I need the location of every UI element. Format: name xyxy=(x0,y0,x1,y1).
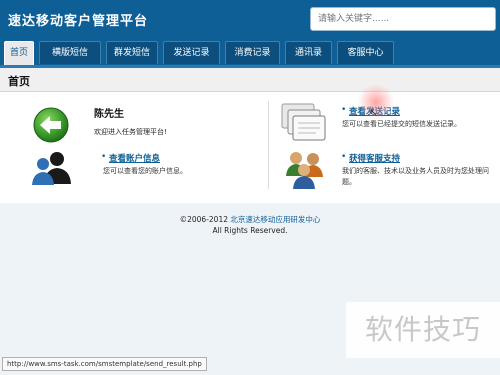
support-team-icon xyxy=(283,150,325,194)
copyright-text: ©2006-2012 xyxy=(179,215,231,224)
back-arrow-icon[interactable] xyxy=(32,106,70,148)
footer-rights: All Rights Reserved. xyxy=(212,226,288,235)
tab-group-sms[interactable]: 群发短信 xyxy=(106,41,158,64)
tab-home[interactable]: 首页 xyxy=(4,41,34,66)
send-records-desc: 您可以查看已经提交的短信发送记录。 xyxy=(342,120,461,128)
user-name: 陈先生 xyxy=(94,109,124,120)
user-account-icon xyxy=(30,150,74,190)
support-desc: 我们的客服、技术以及业务人员及时为您处理问 xyxy=(342,167,489,175)
main-nav: 首页 横版短信 群发短信 发送记录 消费记录 通讯录 客服中心 xyxy=(0,41,500,66)
header-bar: 速达移动客户管理平台 首页 横版短信 群发短信 发送记录 消费记录 通讯录 客服… xyxy=(0,0,500,68)
get-support-link[interactable]: 获得客服支持 xyxy=(349,152,400,164)
account-desc: 您可以查看您的账户信息。 xyxy=(103,167,187,175)
page-title: 首页 xyxy=(8,75,30,88)
tab-send-records[interactable]: 发送记录 xyxy=(163,41,220,64)
search-input[interactable] xyxy=(310,7,496,31)
tab-banner-sms[interactable]: 横版短信 xyxy=(39,41,101,64)
support-desc-cont: 题。 xyxy=(342,178,356,186)
app-title: 速达移动客户管理平台 xyxy=(8,14,149,29)
bullet: • xyxy=(341,105,347,115)
tab-consumption[interactable]: 消费记录 xyxy=(225,41,280,64)
bullet: • xyxy=(341,152,347,162)
cursor-icon: ↖ xyxy=(369,106,379,119)
main-panel: 首页 陈先生 欢迎进入任务管理平台! • 查看账户信息 您可以查看您的账户信息。… xyxy=(0,65,500,203)
column-divider xyxy=(268,101,269,189)
status-bar-url: http://www.sms-task.com/smstemplate/send… xyxy=(2,357,207,371)
view-account-link[interactable]: 查看账户信息 xyxy=(109,152,160,164)
org-link[interactable]: 北京速达移动应用研发中心 xyxy=(230,215,320,224)
tab-customer-service[interactable]: 客服中心 xyxy=(337,41,394,64)
documents-icon xyxy=(280,102,326,146)
tab-contacts[interactable]: 通讯录 xyxy=(285,41,332,64)
footer-copyright: ©2006-2012 北京速达移动应用研发中心 xyxy=(0,214,500,225)
watermark: 软件技巧 xyxy=(346,302,500,358)
welcome-message: 欢迎进入任务管理平台! xyxy=(94,128,167,136)
bullet: • xyxy=(101,152,107,162)
page-title-bar: 首页 xyxy=(0,68,500,92)
